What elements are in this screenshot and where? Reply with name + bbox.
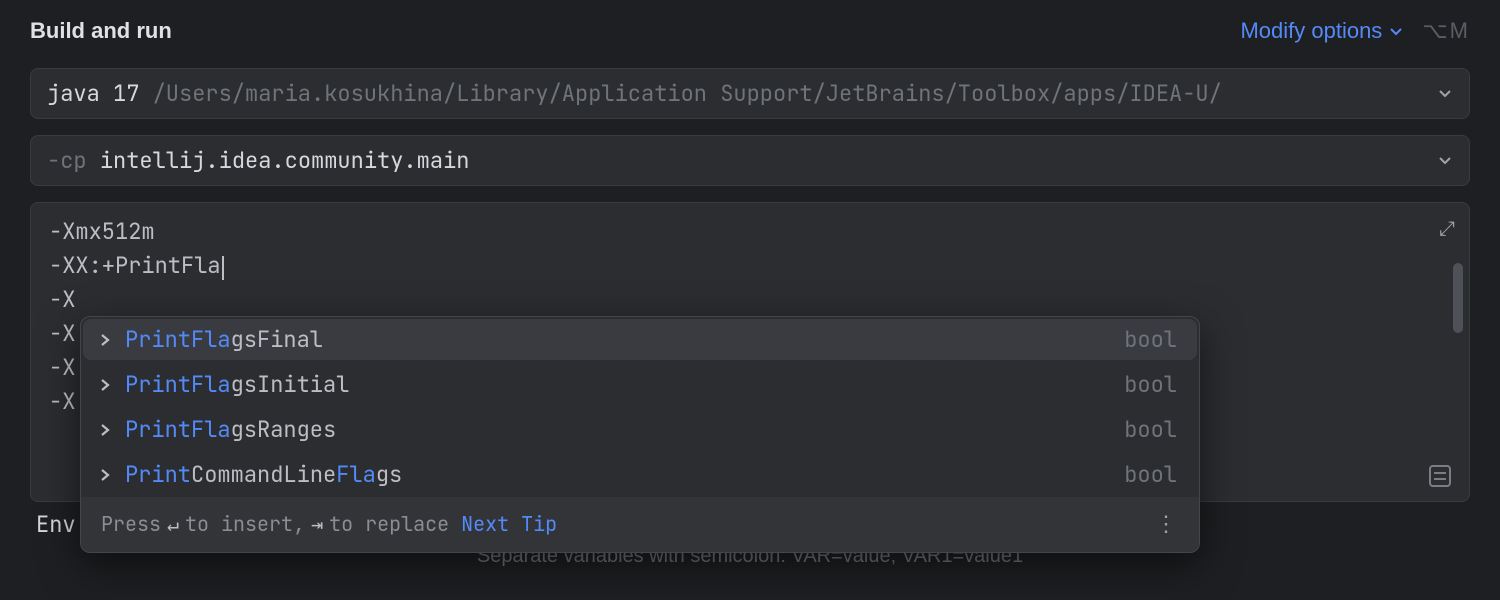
completion-type: bool: [1124, 415, 1177, 444]
chevron-down-icon: [1388, 23, 1404, 39]
jdk-path: /Users/maria.kosukhina/Library/Applicati…: [153, 79, 1222, 108]
scrollbar-thumb[interactable]: [1453, 263, 1463, 333]
enter-key-icon: ↵: [167, 511, 179, 537]
chevron-right-icon: [95, 423, 115, 437]
jdk-version: java 17: [47, 79, 139, 108]
tab-key-icon: ⇥: [311, 511, 323, 537]
chevron-down-icon[interactable]: [1437, 79, 1453, 108]
jdk-selector[interactable]: java 17 /Users/maria.kosukhina/Library/A…: [30, 68, 1470, 119]
completion-type: bool: [1124, 460, 1177, 489]
completion-type: bool: [1124, 325, 1177, 354]
collapse-icon[interactable]: ⤢: [1439, 213, 1455, 244]
vm-line: -Xmx512m: [49, 215, 1451, 249]
vm-line: -XX:+PrintFla: [49, 249, 1451, 283]
shortcut-hint: ⌥M: [1422, 18, 1470, 44]
completion-type: bool: [1124, 370, 1177, 399]
classpath-selector[interactable]: -cp intellij.idea.community.main: [30, 135, 1470, 186]
chevron-down-icon[interactable]: [1437, 146, 1453, 175]
completion-item[interactable]: PrintFlagsFinal bool: [83, 319, 1197, 360]
chevron-right-icon: [95, 378, 115, 392]
chevron-right-icon: [95, 468, 115, 482]
completion-item[interactable]: PrintFlagsInitial bool: [81, 362, 1199, 407]
modify-options-label: Modify options: [1240, 18, 1382, 44]
completion-item[interactable]: PrintFlagsRanges bool: [81, 407, 1199, 452]
more-menu-icon[interactable]: ⋮: [1155, 509, 1179, 538]
section-title: Build and run: [30, 18, 172, 44]
expand-editor-icon[interactable]: [1429, 465, 1451, 487]
classpath-value: intellij.idea.community.main: [100, 146, 470, 175]
completion-item[interactable]: PrintCommandLineFlags bool: [81, 452, 1199, 497]
next-tip-link[interactable]: Next Tip: [461, 511, 557, 537]
classpath-flag: -cp: [47, 146, 87, 175]
chevron-right-icon: [95, 333, 115, 347]
completion-footer: Press ↵ to insert, ⇥ to replace Next Tip…: [81, 497, 1199, 552]
modify-options-link[interactable]: Modify options: [1240, 18, 1404, 44]
vm-line: -X: [49, 283, 1451, 317]
completion-popup: PrintFlagsFinal bool PrintFlagsInitial b…: [80, 316, 1200, 553]
text-caret: [222, 256, 224, 280]
